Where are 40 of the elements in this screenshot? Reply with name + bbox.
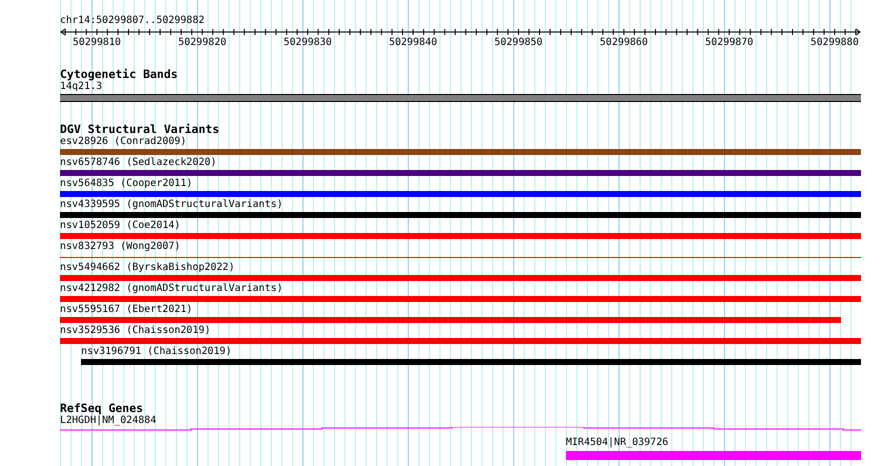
- feature-label: nsv3529536 (Chaisson2019): [60, 325, 211, 337]
- gene-exon-bar[interactable]: [566, 451, 861, 460]
- feature-label: nsv3196791 (Chaisson2019): [81, 346, 232, 358]
- feature-label: esv28926 (Conrad2009): [60, 136, 186, 148]
- variant-bar[interactable]: [60, 275, 861, 281]
- genome-position: chr14:50299807..50299882: [60, 14, 206, 27]
- variant-bar[interactable]: [60, 296, 861, 302]
- variant-bar[interactable]: [60, 212, 861, 218]
- variant-bar[interactable]: [60, 149, 861, 155]
- ruler-tick-label: 50299850: [494, 37, 543, 49]
- variant-line[interactable]: [60, 257, 861, 258]
- variant-bar[interactable]: [81, 359, 861, 365]
- feature-label: nsv4339595 (gnomADStructuralVariants): [60, 199, 283, 211]
- feature-label: 14q21.3: [60, 81, 102, 93]
- variant-bar[interactable]: [60, 170, 861, 176]
- cytoband-bar[interactable]: [60, 94, 861, 102]
- feature-label: nsv1052059 (Coe2014): [60, 220, 180, 232]
- ruler-tick-label: 50299810: [72, 37, 121, 49]
- track-title: DGV Structural Variants: [60, 123, 220, 136]
- ruler-tick-label: 50299860: [600, 37, 648, 49]
- feature-label: nsv5494662 (ByrskaBishop2022): [60, 262, 235, 274]
- variant-bar[interactable]: [60, 338, 861, 344]
- ruler-tick-label: 50299870: [705, 37, 754, 49]
- feature-label: nsv4212982 (gnomADStructuralVariants): [60, 283, 283, 295]
- feature-label: nsv6578746 (Sedlazeck2020): [60, 157, 217, 169]
- feature-label: nsv5595167 (Ebert2021): [60, 304, 192, 316]
- feature-label: nsv832793 (Wong2007): [60, 241, 180, 253]
- track-title: RefSeq Genes: [60, 402, 144, 415]
- feature-label: nsv564835 (Cooper2011): [60, 178, 192, 190]
- ruler-tick-label: 50299830: [284, 37, 332, 49]
- feature-label: L2HGDH|NM_024884: [60, 415, 156, 427]
- ruler-tick-label: 50299880: [810, 37, 859, 49]
- feature-label: MIR4504|NR_039726: [566, 437, 668, 449]
- ruler-tick-label: 50299840: [388, 37, 438, 49]
- track-title: Cytogenetic Bands: [60, 68, 179, 81]
- variant-bar[interactable]: [60, 233, 861, 239]
- ruler-tick-label: 50299820: [178, 37, 226, 49]
- gene-intron-line[interactable]: [60, 427, 861, 431]
- variant-bar[interactable]: [60, 191, 861, 197]
- variant-bar[interactable]: [60, 317, 841, 323]
